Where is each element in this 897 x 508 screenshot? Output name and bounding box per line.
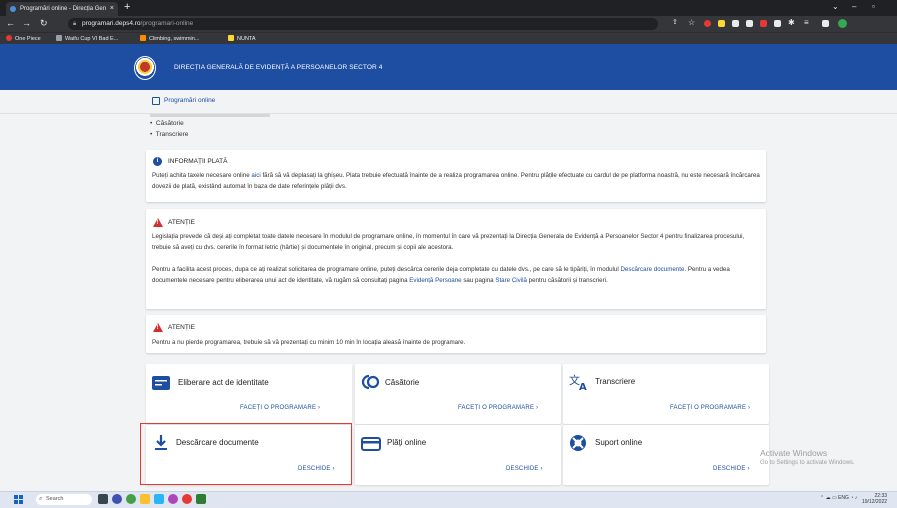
make-appointment-link[interactable]: FACEȚI O PROGRAMARE › — [240, 405, 320, 411]
highlight-box — [140, 423, 352, 485]
download-documents-link[interactable]: Descărcare documente — [620, 266, 684, 273]
bookmarks-bar: One Piece Waifu Cup VI Bad E... Climbing… — [0, 32, 897, 44]
search-icon: ⌕ — [39, 496, 43, 502]
site-title: DIRECȚIA GENERALĂ DE EVIDENȚĂ A PERSOANE… — [174, 64, 383, 71]
taskbar-clock[interactable]: 22:33 19/12/2022 — [862, 493, 887, 505]
taskbar-app-icon[interactable] — [196, 494, 206, 504]
address-bar[interactable]: 🔒︎ programari.deps4.ro/programari-online — [68, 18, 658, 30]
maximize-icon[interactable]: ▫ — [872, 2, 875, 11]
side-panel-icon[interactable] — [822, 20, 829, 27]
windows-start-icon[interactable] — [14, 495, 23, 504]
extensions-puzzle-icon[interactable]: ✱ — [788, 18, 795, 27]
tab-search-chevron-icon[interactable]: ⌄ — [832, 2, 839, 11]
bookmark-favicon-icon — [56, 35, 62, 41]
service-card-marriage[interactable]: Căsătorie FACEȚI O PROGRAMARE › — [355, 364, 561, 424]
extension-icon[interactable] — [760, 20, 767, 27]
warning-icon: ! — [153, 218, 163, 227]
site-logo[interactable] — [134, 56, 156, 80]
payment-info-text: Puteți achita taxele necesare online aic… — [152, 172, 760, 190]
service-card-identity[interactable]: Eliberare act de identitate FACEȚI O PRO… — [146, 364, 352, 424]
extension-icon[interactable] — [704, 20, 711, 27]
extension-icon[interactable] — [774, 20, 781, 27]
activate-windows-subtitle: Go to Settings to activate Windows. — [760, 460, 855, 466]
service-title: Plăți online — [387, 438, 427, 447]
attention-title: ATENȚIE — [168, 324, 195, 331]
taskbar-search[interactable]: ⌕ Search — [36, 494, 92, 505]
pay-here-link[interactable]: aici — [251, 172, 260, 179]
service-title: Transcriere — [595, 377, 636, 386]
taskbar-app-icon[interactable] — [126, 494, 136, 504]
new-tab-button[interactable]: + — [124, 1, 130, 13]
warning-icon: ! — [153, 323, 163, 332]
make-appointment-link[interactable]: FACEȚI O PROGRAMARE › — [458, 405, 538, 411]
file-explorer-icon[interactable] — [140, 494, 150, 504]
bookmark-favicon-icon — [6, 35, 12, 41]
clipped-list-item — [150, 114, 270, 117]
extension-icon[interactable] — [746, 20, 753, 27]
attention-card — [146, 209, 766, 309]
taskbar-app-icon[interactable] — [168, 494, 178, 504]
list-item: • Transcriere — [150, 131, 189, 138]
attention-paragraph: Pentru a facilita acest proces, dupa ce … — [152, 266, 730, 284]
service-card-transcription[interactable]: 文A Transcriere FACEȚI O PROGRAMARE › — [563, 364, 769, 424]
system-tray[interactable]: ⌃ ☁ ▭ ENG ◔ ♪ — [820, 495, 857, 501]
support-icon — [570, 435, 586, 451]
attention-title: ATENȚIE — [168, 219, 195, 226]
attention-text: Pentru a nu pierde programarea, trebuie … — [152, 339, 466, 346]
browser-tab-bar: Programări online - Direcția Gen × + ⌄ –… — [0, 0, 897, 16]
attention-paragraph: Legislația prevede că deși ați completat… — [152, 233, 745, 251]
activate-windows-title: Activate Windows — [760, 448, 828, 458]
tab-title: Programări online - Direcția Gen — [20, 6, 107, 12]
reading-list-icon[interactable]: ≡ — [804, 18, 809, 27]
breadcrumb-programari-online[interactable]: Programări online — [164, 97, 215, 104]
reload-icon[interactable]: ↻ — [40, 18, 48, 29]
back-arrow-icon[interactable]: ← — [6, 18, 15, 28]
payment-info-title: INFORMAȚII PLATĂ — [168, 158, 228, 165]
open-link[interactable]: DESCHIDE › — [506, 466, 543, 472]
info-icon: i — [153, 157, 162, 166]
service-title: Suport online — [595, 438, 643, 447]
language-indicator[interactable]: ENG — [838, 495, 849, 501]
task-view-icon[interactable] — [98, 494, 108, 504]
list-item: • Căsătorie — [150, 120, 184, 127]
extension-icon[interactable] — [718, 20, 725, 27]
rings-icon — [361, 374, 380, 390]
translate-icon: 文A — [569, 373, 587, 391]
service-card-support[interactable]: Suport online DESCHIDE › — [563, 425, 769, 485]
service-card-payments[interactable]: Plăți online DESCHIDE › — [355, 425, 561, 485]
edge-icon[interactable] — [112, 494, 122, 504]
share-icon[interactable]: ⇪ — [672, 18, 678, 26]
evidenta-persoane-link[interactable]: Evidență Persoane — [409, 277, 461, 284]
browser-toolbar: ← → ↻ 🔒︎ programari.deps4.ro/programari-… — [0, 16, 897, 32]
calendar-icon — [152, 97, 160, 105]
credit-card-icon — [361, 437, 381, 451]
stare-civila-link[interactable]: Stare Civilă — [495, 277, 527, 284]
svg-text:A: A — [579, 382, 587, 391]
extension-icon[interactable] — [732, 20, 739, 27]
taskbar-app-icon[interactable] — [154, 494, 164, 504]
url-host: programari.deps4.ro — [82, 20, 141, 27]
service-title: Căsătorie — [385, 378, 420, 387]
folder-icon — [228, 35, 234, 41]
service-title: Eliberare act de identitate — [178, 378, 269, 387]
browser-tab[interactable]: Programări online - Direcția Gen × — [6, 2, 118, 16]
minimize-icon[interactable]: – — [852, 2, 856, 11]
bookmark-favicon-icon — [140, 35, 146, 41]
url-path: /programari-online — [140, 20, 194, 27]
profile-avatar[interactable] — [838, 19, 847, 28]
make-appointment-link[interactable]: FACEȚI O PROGRAMARE › — [670, 405, 750, 411]
tab-close-icon[interactable]: × — [110, 2, 114, 16]
favicon-icon — [10, 6, 16, 12]
bookmark-star-icon[interactable]: ☆ — [688, 18, 695, 27]
lock-icon: 🔒︎ — [73, 21, 77, 27]
breadcrumb-bar — [0, 90, 897, 114]
forward-arrow-icon[interactable]: → — [22, 18, 31, 28]
chrome-icon[interactable] — [182, 494, 192, 504]
open-link[interactable]: DESCHIDE › — [713, 466, 750, 472]
id-card-icon — [152, 376, 170, 390]
